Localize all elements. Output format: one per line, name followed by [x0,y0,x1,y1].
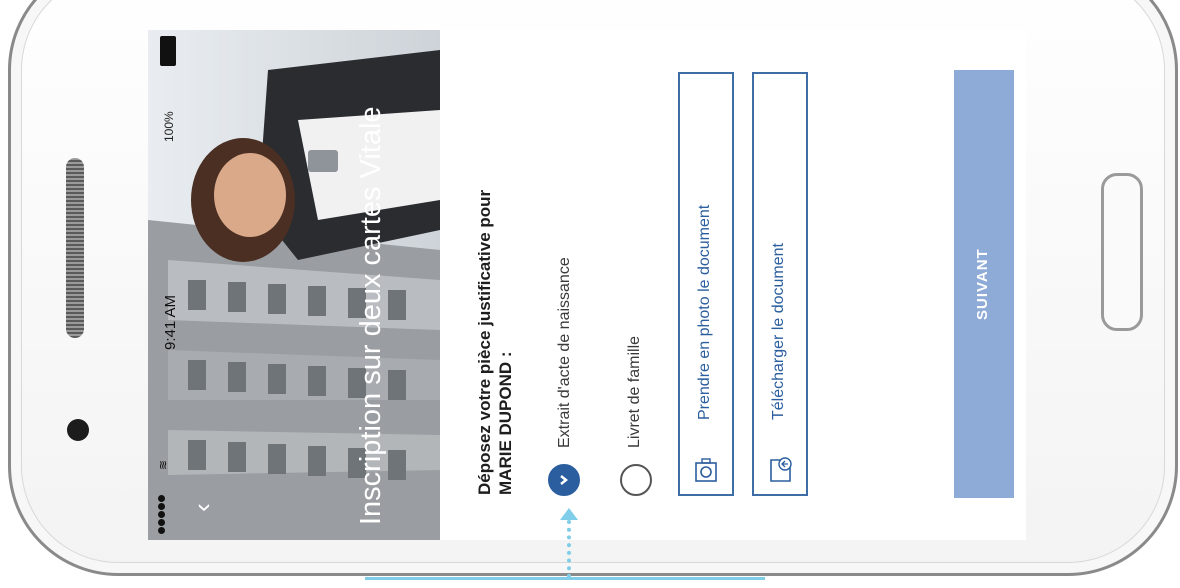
next-button-label: SUIVANT [974,248,991,320]
callout-arrow-icon [560,508,578,520]
radio-family-book[interactable] [620,464,652,496]
callout-base [365,577,765,580]
take-photo-button[interactable]: Prendre en photo le document [678,72,734,496]
upload-document-label: Télécharger le document [770,243,787,420]
hero-image: 9:41 AM 100% ≋ ‹ Inscription sur deux ca… [148,30,440,540]
status-time: 9:41 AM [162,294,179,350]
speaker-grille [66,158,84,338]
upload-document-button[interactable]: Télécharger le document [752,72,808,496]
battery-percentage: 100% [162,111,176,142]
upload-icon [770,457,792,482]
home-button[interactable] [1101,173,1143,331]
form-heading: Déposez votre pièce justificative pour M… [475,189,515,495]
option-label-family-book[interactable]: Livret de famille [626,336,644,448]
callout-line [567,520,571,578]
app-screen: 9:41 AM 100% ≋ ‹ Inscription sur deux ca… [148,30,1026,540]
camera-icon [695,458,717,482]
wifi-icon: ≋ [156,459,171,471]
chevron-down-icon[interactable]: ‹ [187,503,218,512]
form-panel: Déposez votre pièce justificative pour M… [440,30,1026,540]
front-camera [67,419,89,441]
radio-birth-certificate[interactable] [548,464,580,496]
next-button[interactable]: SUIVANT [954,70,1014,498]
battery-icon [160,36,176,66]
hero-photo [148,30,440,540]
checkmark-icon [560,475,569,485]
signal-icon [158,495,166,535]
option-label-birth-certificate[interactable]: Extrait d'acte de naissance [556,257,574,448]
page-title: Inscription sur deux cartes Vitale [355,106,387,525]
take-photo-label: Prendre en photo le document [696,204,713,420]
